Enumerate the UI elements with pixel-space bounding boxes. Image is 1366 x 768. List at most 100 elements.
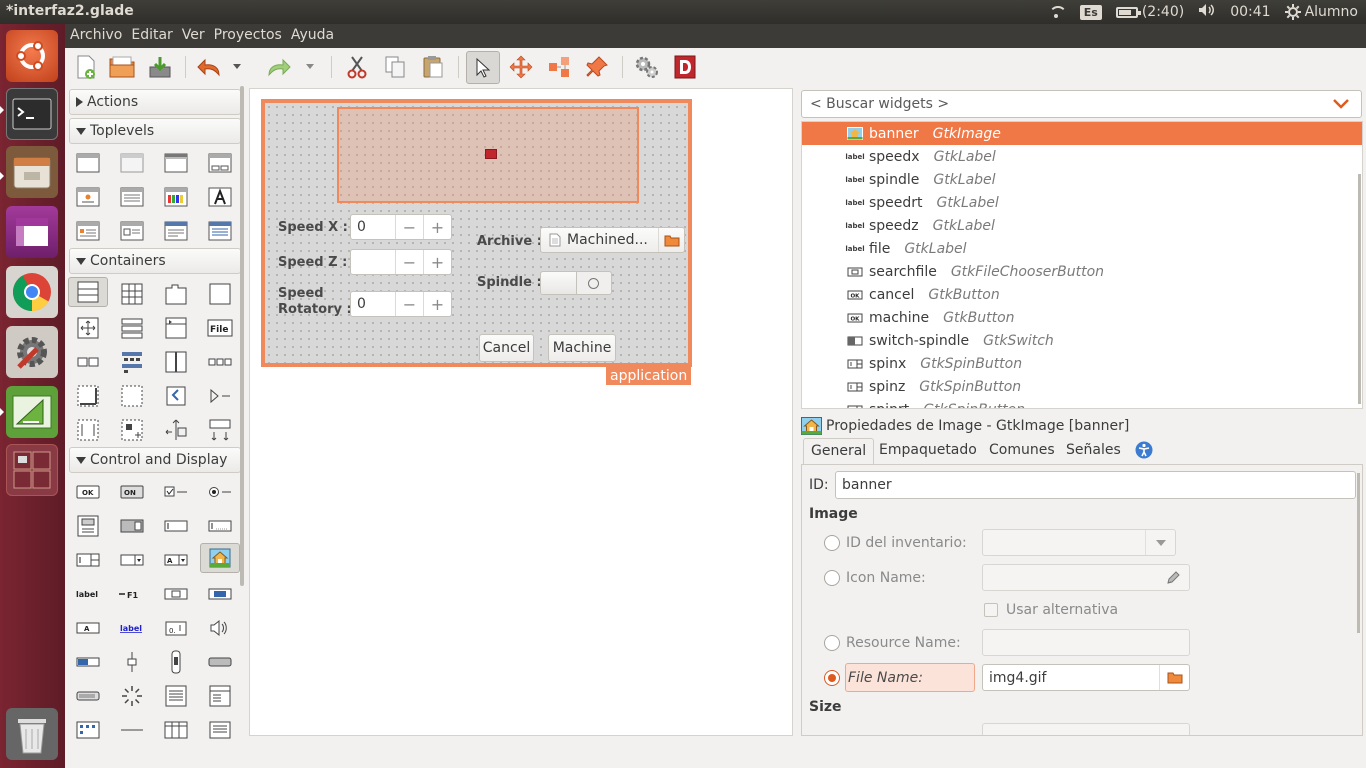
file-name-input[interactable]: img4.gif (982, 664, 1190, 691)
color-chooser-dialog-icon[interactable] (163, 184, 189, 210)
use-fallback-checkbox[interactable] (984, 603, 998, 617)
switch-spindle[interactable] (540, 271, 612, 295)
tab-accessibility[interactable] (1128, 438, 1160, 464)
menu-ayuda[interactable]: Ayuda (286, 24, 338, 43)
menu-editar[interactable]: Editar (126, 24, 176, 43)
toggle-button-icon[interactable]: ON (119, 479, 145, 505)
design-canvas[interactable]: Speed X : 0 − + Speed Z : − + Speed Rota… (249, 88, 793, 736)
icon-view-icon[interactable] (207, 717, 233, 743)
tab-general[interactable]: General (803, 438, 875, 464)
tree-scrollbar[interactable] (1358, 174, 1361, 404)
label-widget-icon[interactable]: label (75, 581, 101, 607)
wifi-icon[interactable] (1048, 5, 1067, 19)
stock-id-radio[interactable] (824, 535, 840, 551)
spinz-decrement[interactable]: − (395, 250, 423, 274)
window-widget-icon[interactable] (75, 150, 101, 176)
font-button-icon[interactable]: A (75, 615, 101, 641)
radio-button-icon[interactable] (207, 479, 233, 505)
widget-tree[interactable]: banner GtkImage label speedx GtkLabel labe… (801, 121, 1363, 409)
combo-box-text-icon[interactable]: A (163, 547, 189, 573)
spin-widget-icon[interactable] (75, 547, 101, 573)
file-chooser-dialog-icon[interactable] (119, 184, 145, 210)
clock[interactable]: 00:41 (1230, 4, 1270, 20)
recent-chooser-dialog-icon[interactable] (119, 218, 145, 244)
tree-row[interactable]: spinrtGtkSpinButton (802, 398, 1362, 408)
resource-name-radio[interactable] (824, 635, 840, 651)
id-input[interactable]: banner (835, 471, 1356, 499)
volume-button-icon[interactable] (207, 615, 233, 641)
box-widget-icon[interactable] (68, 277, 108, 307)
speedz-label[interactable]: Speed Z : (278, 255, 347, 270)
level-bar-icon[interactable] (207, 649, 233, 675)
volume-icon[interactable] (1198, 3, 1216, 21)
tab-empaquetado[interactable]: Empaquetado (872, 438, 984, 464)
expander-widget-icon[interactable] (163, 315, 189, 341)
open-button[interactable] (107, 52, 137, 82)
pencil-icon[interactable] (1165, 570, 1181, 590)
launcher-impress[interactable] (6, 206, 58, 258)
text-view-icon[interactable] (163, 683, 189, 709)
redo-button[interactable] (263, 52, 293, 82)
icon-name-input[interactable] (982, 564, 1190, 591)
spinrt-value[interactable]: 0 (351, 296, 395, 312)
speedrt-label-line1[interactable]: Speed (278, 286, 324, 301)
file-chooser-button-icon[interactable] (163, 581, 189, 607)
image-widget-icon[interactable] (200, 543, 240, 573)
info-bar-icon[interactable] (207, 683, 233, 709)
session-menu[interactable]: Alumno (1284, 4, 1358, 20)
new-button[interactable] (71, 52, 101, 82)
image-menu-icon[interactable] (75, 513, 101, 539)
tree-row[interactable]: OK machine GtkButton (802, 306, 1362, 329)
statusbar-icon[interactable] (75, 683, 101, 709)
scale-button-icon[interactable]: 0. (163, 615, 189, 641)
app-chooser-dialog-icon[interactable] (207, 218, 233, 244)
layout-widget-icon[interactable] (119, 417, 145, 443)
spindle-label[interactable]: Spindle : (477, 275, 542, 290)
speedrt-label-line2[interactable]: Rotatory : (278, 302, 352, 317)
about-dialog-icon[interactable] (75, 184, 101, 210)
calendar-icon[interactable] (75, 717, 101, 743)
devhelp-button[interactable] (670, 52, 700, 82)
tree-row[interactable]: searchfile GtkFileChooserButton (802, 260, 1362, 283)
notebook-widget-icon[interactable] (163, 281, 189, 307)
dash-button[interactable] (6, 30, 58, 82)
button-box-icon[interactable] (75, 349, 101, 375)
properties-scrollbar[interactable] (1357, 473, 1360, 633)
size-combo[interactable] (982, 723, 1190, 735)
copy-button[interactable] (380, 52, 410, 82)
tree-row[interactable]: banner GtkImage (802, 122, 1362, 145)
cancel-button[interactable]: Cancel (479, 334, 534, 362)
accel-label-icon[interactable]: F1 (119, 581, 145, 607)
grid-widget-icon[interactable] (119, 281, 145, 307)
machine-button[interactable]: Machine (548, 334, 616, 362)
tree-row[interactable]: spinz GtkSpinButton (802, 375, 1362, 398)
font-chooser-dialog-icon[interactable] (207, 184, 233, 210)
tree-view-icon[interactable] (163, 717, 189, 743)
battery-indicator[interactable]: (2:40) (1115, 4, 1184, 20)
list-box-icon[interactable] (119, 315, 145, 341)
tree-row[interactable]: label spindle GtkLabel (802, 168, 1362, 191)
menu-archivo[interactable]: Archivo (65, 24, 126, 43)
launcher-files[interactable] (6, 146, 58, 198)
button-widget-icon[interactable]: OK (75, 479, 101, 505)
search-entry-icon[interactable] (207, 513, 233, 539)
icon-name-radio[interactable] (824, 570, 840, 586)
spinrt[interactable]: 0 − + (350, 291, 452, 317)
folder-icon[interactable] (1159, 665, 1189, 690)
launcher-chrome[interactable] (6, 266, 58, 318)
revealer-widget-icon[interactable] (207, 383, 233, 409)
redo-menu-button[interactable] (303, 52, 317, 82)
undo-menu-button[interactable] (230, 52, 244, 82)
message-dialog-icon[interactable] (75, 218, 101, 244)
spinrt-increment[interactable]: + (423, 292, 451, 316)
scrolled-window-icon[interactable] (75, 383, 101, 409)
file-label[interactable]: Archive : (477, 234, 542, 249)
link-button-icon[interactable]: label (119, 615, 145, 641)
tree-row[interactable]: label file GtkLabel (802, 237, 1362, 260)
spinz[interactable]: − + (350, 249, 452, 275)
tree-row[interactable]: label speedx GtkLabel (802, 145, 1362, 168)
searchfile-button[interactable]: Machined... (540, 227, 685, 253)
banner-image[interactable] (337, 107, 639, 203)
progress-bar-icon[interactable] (75, 649, 101, 675)
spinx-decrement[interactable]: − (395, 215, 423, 239)
